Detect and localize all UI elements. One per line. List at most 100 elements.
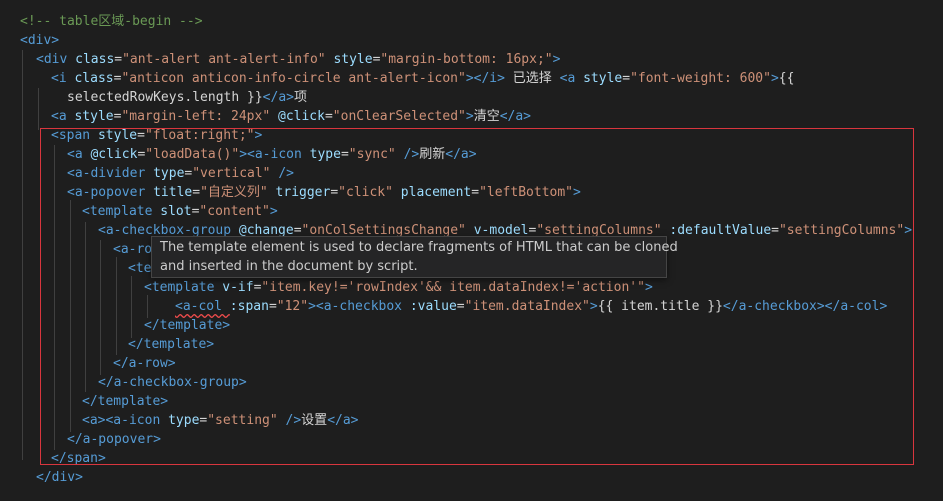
- code-token-str: "float:right;": [144, 128, 255, 143]
- code-token-tag: >: [573, 185, 581, 200]
- code-token-tag: >: [465, 109, 474, 124]
- code-line[interactable]: <a><a-icon type="setting" />设置</a>: [82, 411, 359, 430]
- code-token-tag: </a-popover>: [67, 432, 161, 447]
- code-token-str: "ant-alert ant-alert-info": [122, 52, 326, 67]
- indent-guide: [131, 276, 132, 338]
- code-token-str: "onClearSelected": [332, 109, 466, 124]
- code-token-attr: @click: [278, 109, 325, 124]
- code-line[interactable]: selectedRowKeys.length }}</a>项: [67, 88, 307, 107]
- code-token-tag: />: [277, 413, 302, 428]
- code-line[interactable]: </template>: [82, 392, 168, 411]
- code-token-txt: 项: [293, 90, 307, 105]
- code-token-tag: </div>: [36, 470, 83, 485]
- code-token-txt: =: [771, 223, 779, 238]
- code-line[interactable]: <div>: [20, 31, 59, 50]
- code-token-attr: class: [75, 52, 115, 67]
- code-token-tag: <a: [67, 147, 91, 162]
- code-token-attr: slot: [160, 204, 192, 219]
- code-token-tag: </a>: [499, 109, 532, 124]
- code-token-tag: <a: [51, 109, 75, 124]
- code-token-str: "settingColumns": [778, 223, 905, 238]
- code-token-tag: <div>: [20, 33, 60, 48]
- code-line[interactable]: </a-checkbox-group>: [98, 373, 247, 392]
- code-token-txt: 设置: [301, 413, 328, 428]
- indent-guide: [22, 50, 23, 460]
- code-token-txt: =: [268, 299, 277, 314]
- code-line[interactable]: <template slot="content">: [82, 202, 278, 221]
- code-token-str: "自定义列": [200, 185, 268, 200]
- code-line[interactable]: <a @click="loadData()"><a-icon type="syn…: [67, 145, 477, 164]
- code-token-txt: =: [622, 71, 631, 86]
- code-line[interactable]: <i class = "anticon anticon-info-circle an…: [51, 69, 794, 88]
- code-token-tag: />: [395, 147, 420, 162]
- code-token-str: "anticon anticon-info-circle ant-alert-i…: [121, 71, 466, 86]
- code-token-attr: style: [74, 109, 114, 124]
- indent-guide: [38, 88, 39, 130]
- indent-guide: [116, 257, 117, 355]
- code-token-tag: <span: [51, 128, 98, 143]
- code-line[interactable]: <a style="margin-left: 24px" @click="onC…: [51, 107, 531, 126]
- code-token-txt: 清空: [473, 109, 500, 124]
- code-token-attr: trigger: [275, 185, 331, 200]
- code-line[interactable]: <span style="float:right;">: [51, 126, 262, 145]
- code-token-tag: />: [270, 166, 294, 181]
- code-token-tag: >: [269, 204, 278, 219]
- code-token-attr: style: [333, 52, 373, 67]
- code-token-txt: {{: [778, 71, 795, 86]
- indent-guide: [70, 200, 71, 432]
- code-token-str: "click": [338, 185, 393, 200]
- code-token-str: "12": [276, 299, 309, 314]
- code-line[interactable]: <template v-if="item.key!='rowIndex'&& i…: [144, 278, 653, 297]
- indent-guide: [54, 145, 55, 450]
- code-line[interactable]: <a-popover title="自定义列" trigger="click" …: [67, 183, 581, 202]
- code-token-attr: title: [153, 185, 193, 200]
- code-line[interactable]: <div class="ant-alert ant-alert-info" st…: [36, 50, 560, 69]
- code-token-tag: </a-row>: [113, 356, 176, 371]
- code-editor[interactable]: <!-- table区域-begin --> <div> <div class="a…: [0, 0, 943, 501]
- code-line[interactable]: <a-divider type="vertical" />: [67, 164, 294, 183]
- code-token-str: "margin-left: 24px": [121, 109, 271, 124]
- code-line[interactable]: </div>: [36, 468, 83, 487]
- code-token-attr: :value: [409, 299, 457, 314]
- code-token-tag: </span>: [51, 451, 106, 466]
- code-token-tag: >: [254, 128, 263, 143]
- code-token-tag: >: [770, 71, 779, 86]
- code-token-tag: </template>: [144, 318, 231, 333]
- code-token-str: "sync": [348, 147, 396, 162]
- code-line[interactable]: </a-popover>: [67, 430, 161, 449]
- code-line[interactable]: </span>: [51, 449, 106, 468]
- tooltip-line-1: The template element is used to declare …: [160, 240, 678, 255]
- code-token-str: "content": [199, 204, 270, 219]
- code-token-tag: >: [904, 223, 913, 238]
- code-token-txt: 已选择: [504, 71, 560, 86]
- code-token-txt: {{ item.title }}: [597, 299, 723, 314]
- code-token-tag: </template>: [128, 337, 215, 352]
- code-token-attr: style: [583, 71, 623, 86]
- code-line[interactable]: <a-col :span="12"><a-checkbox :value="it…: [175, 297, 887, 316]
- code-token-attr: type: [309, 147, 341, 162]
- code-token-attr: :defaultValue: [669, 223, 772, 238]
- code-token-attr: v-if: [222, 280, 254, 295]
- code-token-tag: </a>: [262, 90, 294, 105]
- code-token-tag: <a-col: [175, 299, 230, 314]
- code-token-tag: ><a-icon: [239, 147, 310, 162]
- code-line[interactable]: </template>: [144, 316, 230, 335]
- code-token-attr: :span: [229, 299, 269, 314]
- tooltip-line-2: and inserted in the document by script.: [160, 259, 418, 274]
- code-token-attr: placement: [400, 185, 472, 200]
- code-line[interactable]: </a-row>: [113, 354, 176, 373]
- code-token-str: "leftBottom": [479, 185, 573, 200]
- code-token-txt: =: [340, 147, 349, 162]
- code-line[interactable]: </template>: [128, 335, 214, 354]
- code-token-attr: @click: [90, 147, 138, 162]
- code-token-tag: </a-checkbox-group>: [98, 375, 247, 390]
- code-token-txt: selectedRowKeys.length }}: [67, 90, 263, 105]
- indent-guide: [100, 240, 101, 375]
- code-token-tag: <a: [559, 71, 584, 86]
- code-line[interactable]: <!-- table区域-begin -->: [20, 12, 203, 31]
- code-token-tag: >: [644, 280, 653, 295]
- code-token-tag: <a-popover: [67, 185, 154, 200]
- code-token-str: "item.key!='rowIndex'&& item.dataIndex!=…: [261, 280, 645, 295]
